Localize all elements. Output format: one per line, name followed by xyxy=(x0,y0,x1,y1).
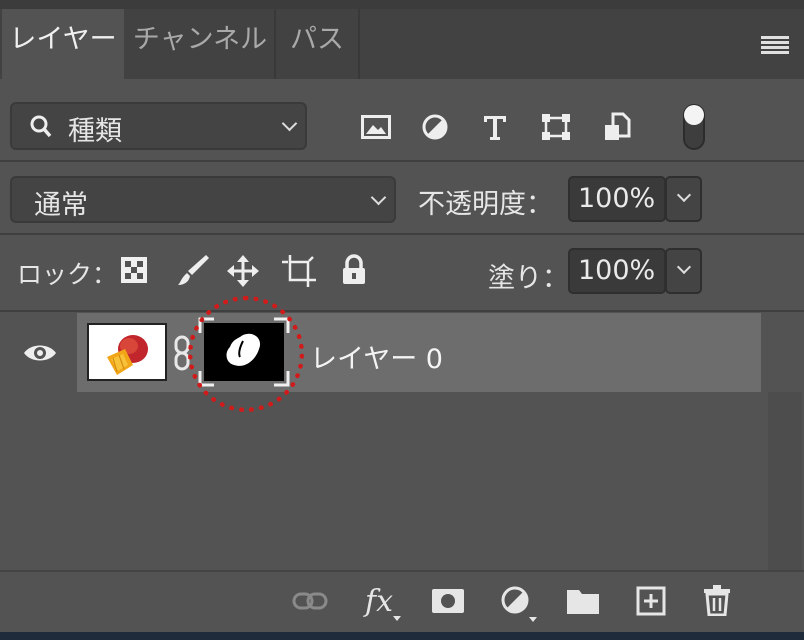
blend-mode-select[interactable]: 通常 xyxy=(10,176,396,223)
new-layer-icon[interactable] xyxy=(636,586,666,616)
eye-icon[interactable] xyxy=(22,341,58,365)
divider xyxy=(0,233,804,235)
lock-label: ロック： xyxy=(17,260,118,289)
link-layers-icon[interactable] xyxy=(292,590,328,612)
adjustment-filter-icon[interactable] xyxy=(422,114,448,140)
lock-image-icon[interactable] xyxy=(176,253,210,287)
mango-image xyxy=(107,335,148,375)
opacity-dropdown-button[interactable] xyxy=(665,176,702,222)
trash-icon[interactable] xyxy=(703,584,731,616)
layer-thumbnail[interactable] xyxy=(87,323,167,381)
chevron-down-icon xyxy=(676,259,692,275)
lock-pixels-icon[interactable] xyxy=(120,256,148,284)
tab-layers[interactable]: レイヤー xyxy=(2,9,124,79)
divider xyxy=(0,310,804,312)
folder-icon[interactable] xyxy=(566,587,600,615)
filter-kind-label: 種類 xyxy=(68,116,122,147)
lock-all-icon[interactable] xyxy=(341,254,367,286)
svg-text:fx: fx xyxy=(363,584,393,619)
image-filter-icon[interactable] xyxy=(361,115,391,139)
chevron-down-icon xyxy=(281,115,298,132)
highlight-circle xyxy=(188,296,304,412)
filter-toggle-icon[interactable] xyxy=(682,103,706,151)
fill-input[interactable]: 100% xyxy=(568,248,666,294)
tab-paths[interactable]: パス xyxy=(276,9,360,79)
fill-dropdown-button[interactable] xyxy=(665,248,702,294)
lock-position-icon[interactable] xyxy=(227,255,259,287)
opacity-label: 不透明度： xyxy=(418,189,553,220)
tab-channels[interactable]: チャンネル xyxy=(126,9,276,79)
mask-icon[interactable] xyxy=(431,588,465,614)
menu-icon[interactable] xyxy=(761,36,789,54)
filter-kind-select[interactable]: 種類 xyxy=(10,102,307,150)
fx-icon[interactable]: fx xyxy=(363,583,405,623)
lock-artboard-icon[interactable] xyxy=(282,255,316,287)
blend-mode-value: 通常 xyxy=(34,190,88,221)
type-filter-icon[interactable] xyxy=(482,114,508,141)
smart-object-filter-icon[interactable] xyxy=(603,112,631,142)
adjustment-icon[interactable] xyxy=(500,585,540,623)
fill-label: 塗り： xyxy=(488,263,569,294)
divider xyxy=(0,160,804,162)
scrollbar-track[interactable] xyxy=(768,392,802,570)
layers-panel: レイヤー チャンネル パス 種類 通常 不透明度： 100% ロック： 塗り： … xyxy=(0,0,804,640)
layer-name: レイヤー 0 xyxy=(310,344,443,375)
window-bottom-edge xyxy=(0,632,804,640)
search-icon xyxy=(30,115,52,138)
chevron-down-icon xyxy=(676,187,692,203)
chevron-down-icon xyxy=(370,189,387,205)
opacity-input[interactable]: 100% xyxy=(568,176,666,222)
shape-filter-icon[interactable] xyxy=(541,113,571,141)
